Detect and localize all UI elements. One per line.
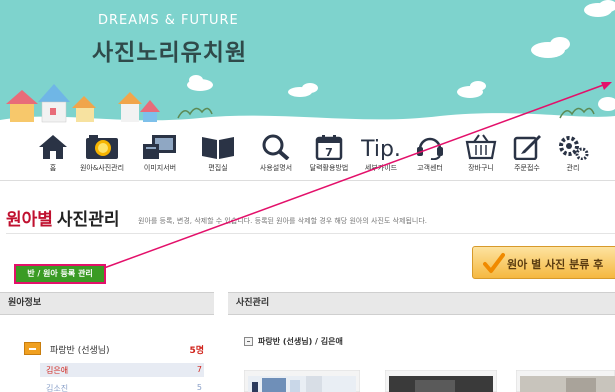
photo-management-header: 사진관리 <box>228 292 615 315</box>
nav-item-image-server[interactable]: 이미지서버 <box>131 134 189 180</box>
collapse-icon[interactable] <box>244 337 253 346</box>
collapse-icon[interactable] <box>24 342 41 355</box>
student-row[interactable]: 김소진 5 <box>40 381 204 392</box>
nav-label: 관리 <box>566 164 580 172</box>
calendar-day: 7 <box>325 146 333 159</box>
page-title-highlight: 원아별 <box>6 210 53 230</box>
student-photo-count: 5 <box>196 383 202 392</box>
student-name: 김소진 <box>46 384 69 392</box>
headset-icon <box>417 137 443 160</box>
tip-text: Tip. <box>360 137 401 160</box>
site-title: 사진노리유치원 <box>92 40 248 66</box>
book-icon <box>202 137 234 159</box>
camera-icon <box>86 135 118 159</box>
student-info-header: 원아정보 <box>0 292 214 315</box>
class-group-count: 5명 <box>189 346 204 356</box>
nav-item-customer-center[interactable]: 고객센터 <box>401 134 459 180</box>
header-banner: DREAMS & FUTURE 사진노리유치원 <box>0 0 615 130</box>
photo-thumbnail[interactable] <box>516 370 615 392</box>
gears-icon <box>559 136 589 160</box>
page-description: 원아를 등록, 변경, 삭제할 수 있습니다. 등록된 원아를 삭제할 경우 해… <box>138 217 427 225</box>
nav-label: 고객센터 <box>417 164 443 172</box>
manage-class-button[interactable]: 반 / 원아 등록 관리 <box>14 264 106 284</box>
page-title: 원아별 사진관리 <box>6 205 120 230</box>
nav-label: 이미지서버 <box>143 164 177 172</box>
nav-label: 사용설명서 <box>259 164 293 172</box>
checkmark-icon <box>483 253 505 273</box>
order-edit-icon <box>513 135 541 160</box>
sort-photos-label: 원아 별 사진 분류 후 <box>507 258 604 271</box>
nav-item-calendar-guide[interactable]: 7 달력활용방법 <box>300 134 358 180</box>
page-title-main: 사진관리 <box>56 210 120 230</box>
tip-icon: Tip. <box>360 137 401 160</box>
photo-thumbnail[interactable] <box>385 370 497 392</box>
nav-item-admin[interactable]: 관리 <box>544 134 602 180</box>
student-photo-count: 7 <box>196 365 202 374</box>
nav-label: 편집실 <box>208 164 228 172</box>
magnifier-icon <box>262 134 290 160</box>
nav-item-photo-management[interactable]: 원아&사진관리 <box>73 134 131 180</box>
nav-label: 원아&사진관리 <box>79 164 125 172</box>
nav-divider <box>0 180 615 181</box>
cart-icon <box>465 134 497 160</box>
title-divider <box>6 233 615 234</box>
student-name: 김은애 <box>46 366 69 375</box>
nav-item-user-manual[interactable]: 사용설명서 <box>247 134 305 180</box>
nav-item-editing-room[interactable]: 편집실 <box>189 134 247 180</box>
home-icon <box>39 135 67 159</box>
icon-nav: 홈 원아&사진관리 이미지서버 편집실 사용설명서 7 달력활용방법 Tip. … <box>0 130 615 180</box>
nav-label: 달력활용방법 <box>309 164 349 172</box>
calendar-icon: 7 <box>315 135 343 160</box>
banner-subtitle: DREAMS & FUTURE <box>98 13 239 28</box>
sort-photos-button[interactable]: 원아 별 사진 분류 후 <box>472 246 615 279</box>
breadcrumb-text: 파랑반 (선생님) / 김은애 <box>258 337 343 346</box>
server-icon <box>143 135 176 159</box>
student-row[interactable]: 김은애 7 <box>40 363 204 377</box>
photo-thumbnail[interactable] <box>244 370 360 392</box>
class-group-label: 파랑반 (선생님) <box>50 346 110 356</box>
class-group-row[interactable]: 파랑반 (선생님) 5명 <box>24 340 204 358</box>
